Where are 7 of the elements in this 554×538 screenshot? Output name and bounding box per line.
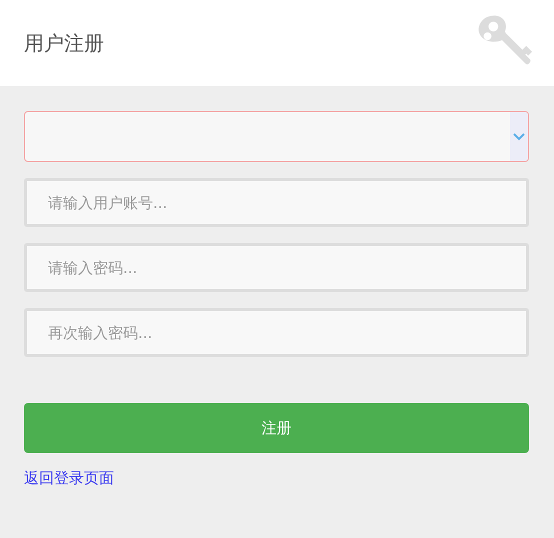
dropdown-field[interactable] [24,111,529,162]
input-field[interactable]: 请输入密码... [24,243,529,292]
chevron-down-icon [510,112,528,161]
input-field[interactable]: 请输入用户账号... [24,178,529,227]
page-title: 用户注册 [24,30,104,56]
input-field[interactable]: 再次输入密码... [24,308,529,357]
back-to-login-link[interactable]: 返回登录页面 [24,469,114,488]
